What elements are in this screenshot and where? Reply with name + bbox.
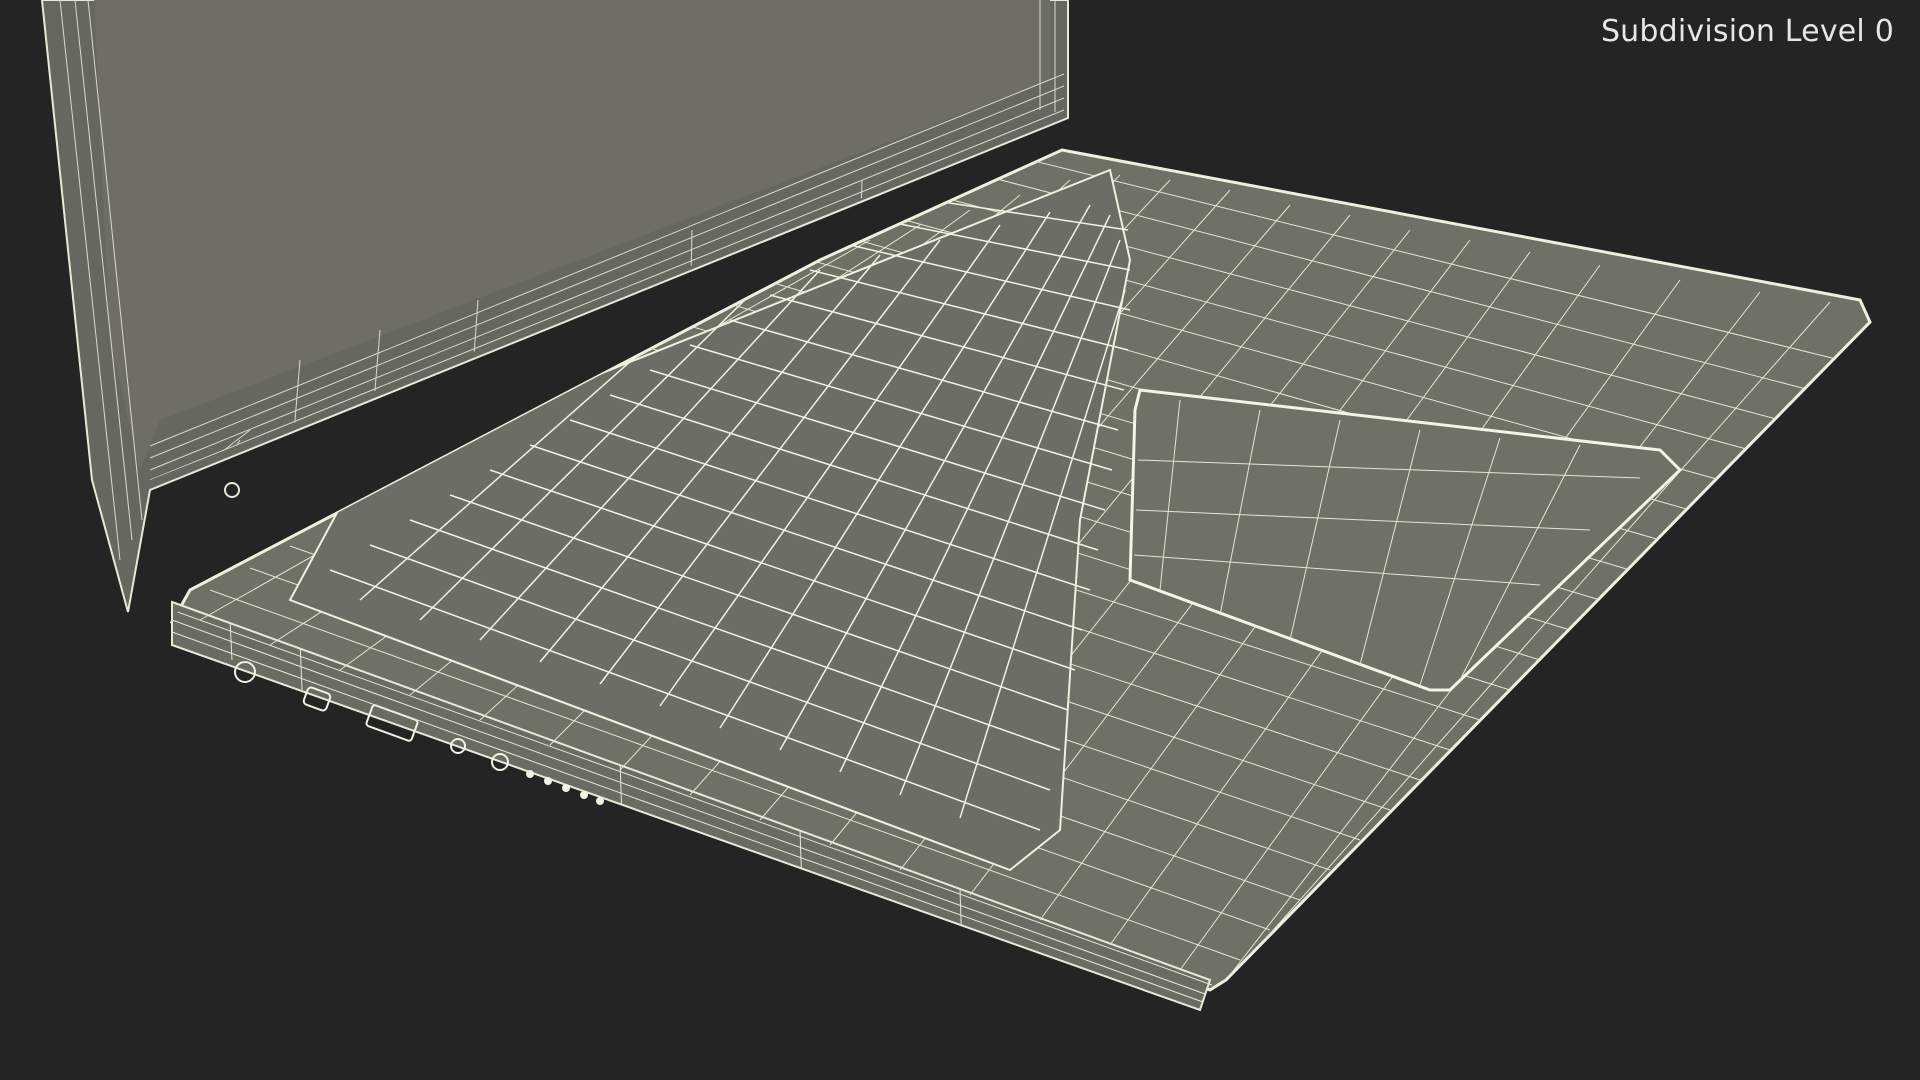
status-led-icon-3 bbox=[562, 784, 570, 792]
laptop-wireframe-render bbox=[40, 0, 1872, 1012]
render-viewport: Subdivision Level 0 bbox=[0, 0, 1920, 1080]
status-led-icon-2 bbox=[544, 777, 552, 785]
status-led-icon-4 bbox=[580, 791, 588, 799]
status-led-icon bbox=[526, 770, 534, 778]
hinge-screw bbox=[224, 482, 240, 498]
status-led-icon-5 bbox=[596, 797, 604, 805]
subdivision-level-label: Subdivision Level 0 bbox=[1600, 14, 1894, 49]
